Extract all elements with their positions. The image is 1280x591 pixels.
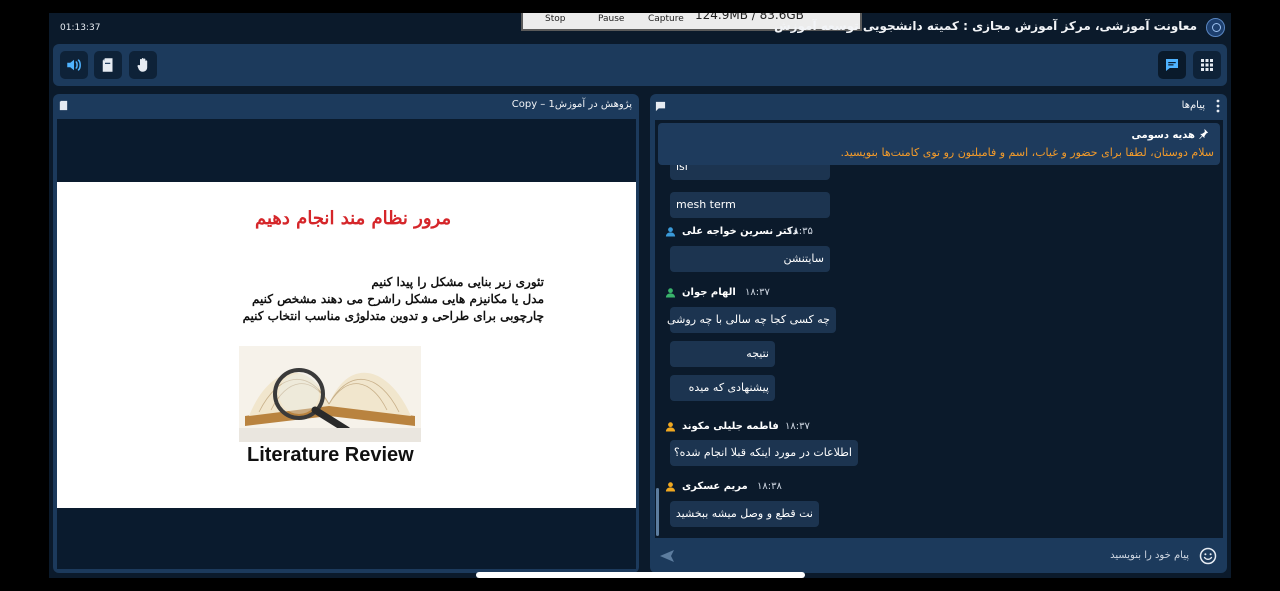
message-sender: دکتر نسرین خواجه علی ۱۸:۳۵	[655, 226, 835, 240]
slide-line: تئوری زیر بنایی مشکل را پیدا کنیم	[371, 275, 544, 289]
chat-title: پیام‌ها	[1181, 100, 1205, 111]
emoji-icon[interactable]	[1199, 547, 1217, 565]
home-indicator[interactable]	[476, 572, 805, 578]
pinned-text: سلام دوستان، لطفا برای حضور و غیاب، اسم …	[840, 146, 1214, 159]
file-button[interactable]	[94, 51, 122, 79]
chat-bubble: اطلاعات در مورد اینکه قبلا انجام شده؟	[670, 440, 858, 466]
message-sender: الهام جوان ۱۸:۳۷	[655, 287, 835, 301]
scrollbar[interactable]	[656, 488, 659, 536]
message-time: ۱۸:۳۸	[757, 481, 782, 492]
slide-body: تئوری زیر بنایی مشکل را پیدا کنیم مدل یا…	[243, 274, 544, 325]
chat-panel: پیام‌ها هدیه دسومی سلام دوستان، لطفا برا…	[650, 94, 1227, 573]
chat-icon	[1166, 59, 1178, 71]
sender-name: مریم عسکری	[682, 481, 748, 492]
user-icon	[665, 288, 676, 298]
chat-toggle-button[interactable]	[1158, 51, 1186, 79]
file-icon[interactable]	[58, 100, 69, 111]
chat-bubble: نت قطع و وصل میشه ببخشید	[670, 501, 819, 527]
message-time: ۱۸:۳۷	[745, 287, 770, 298]
chat-bubble: سایتنشن	[670, 246, 830, 272]
raise-hand-button[interactable]	[129, 51, 157, 79]
sender-name: دکتر نسرین خواجه علی	[682, 226, 798, 237]
chat-bubble: نتیجه	[670, 341, 775, 367]
recorder-capture-button[interactable]: Capture	[648, 13, 684, 26]
logo-icon	[1206, 18, 1225, 37]
app-title: معاونت آموزشی، مرکز آموزش مجازی : کمیته …	[774, 19, 1197, 33]
message-input[interactable]: پیام خود را بنویسید	[1110, 550, 1189, 561]
presentation-header: پژوهش در آموزش1 – Copy	[53, 94, 639, 116]
raise-hand-icon	[137, 57, 148, 72]
speaker-icon	[67, 59, 81, 71]
layout-grid-button[interactable]	[1193, 51, 1221, 79]
sender-name: الهام جوان	[682, 287, 736, 298]
grid-icon	[1201, 59, 1213, 71]
message-time: ۱۸:۳۷	[785, 421, 810, 432]
message-sender: مریم عسکری ۱۸:۳۸	[655, 481, 835, 495]
toolbar	[53, 44, 1227, 86]
message-time: ۱۸:۳۵	[788, 226, 813, 237]
pinned-author: هدیه دسومی	[1131, 128, 1209, 141]
slide-line: مدل یا مکانیزم هایی مشکل راشرح می دهند م…	[251, 292, 544, 306]
message-list[interactable]: هدیه دسومی سلام دوستان، لطفا برای حضور و…	[655, 120, 1223, 538]
speaker-button[interactable]	[60, 51, 88, 79]
session-clock: 01:13:37	[60, 23, 101, 33]
chat-bubble: mesh term	[670, 192, 830, 218]
app-window: 01:13:37 Stop Pause Capture 124.9MB / 83…	[49, 13, 1231, 578]
presentation-stage: مرور نظام مند انجام دهیم تئوری زیر بنایی…	[57, 119, 636, 569]
chat-bubble: پیشنهادی که میده	[670, 375, 775, 401]
image-caption: Literature Review	[247, 444, 414, 466]
sender-name: فاطمه جلیلی مکوند	[682, 421, 779, 432]
message-sender: فاطمه جلیلی مکوند ۱۸:۳۷	[655, 421, 835, 435]
pinned-message[interactable]: هدیه دسومی سلام دوستان، لطفا برای حضور و…	[658, 123, 1220, 165]
book-magnifier-image	[239, 346, 421, 442]
user-icon	[665, 422, 676, 432]
top-bar: 01:13:37 Stop Pause Capture 124.9MB / 83…	[49, 13, 1231, 43]
presentation-panel: پژوهش در آموزش1 – Copy مرور نظام مند انج…	[53, 94, 639, 573]
send-icon[interactable]	[659, 548, 675, 564]
slide-line: چارچوبی برای طراحی و تدوین متدلوژی مناسب…	[242, 309, 544, 323]
presentation-title: پژوهش در آموزش1 – Copy	[511, 99, 632, 110]
user-icon	[665, 227, 676, 237]
pinned-author-name: هدیه دسومی	[1131, 130, 1195, 141]
chat-bubble: چه کسی کجا چه سالی با چه روشی	[667, 307, 836, 333]
slide: مرور نظام مند انجام دهیم تئوری زیر بنایی…	[57, 182, 636, 508]
user-icon	[665, 482, 676, 492]
chat-header: پیام‌ها	[650, 94, 1227, 118]
chat-icon	[655, 101, 666, 112]
file-icon	[102, 58, 113, 72]
message-composer[interactable]: پیام خود را بنویسید	[655, 542, 1223, 570]
pin-icon	[1199, 128, 1209, 139]
recorder-pause-button[interactable]: Pause	[598, 13, 624, 26]
more-menu-icon[interactable]	[1215, 99, 1221, 113]
recorder-stop-button[interactable]: Stop	[545, 13, 565, 26]
slide-heading: مرور نظام مند انجام دهیم	[255, 208, 452, 229]
